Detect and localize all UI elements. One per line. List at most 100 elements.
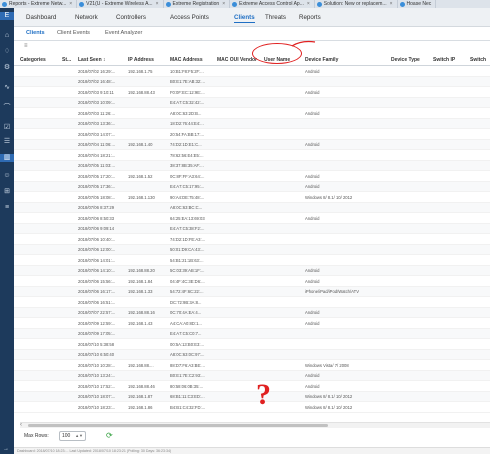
column-mac-oui-vendor[interactable]: MAC OUI Vendor [217,57,257,63]
table-row[interactable]: 2018/07/03 9:10:11 192.168.88.43 F0:0F:EC:… [14,87,490,98]
table-row[interactable]: 2018/07/10 17:52:... 192.168.88.46 80:58:0… [14,381,490,392]
table-row[interactable]: 2018/07/05 11:03:... 38:37:8B:35:AF:... [14,160,490,171]
close-tab-icon[interactable]: × [222,1,225,7]
scrollbar-thumb[interactable] [28,424,328,427]
column-device-type[interactable]: Device Type [391,57,420,63]
table-row[interactable]: 2018/07/03 11:26:... A8:0C:63:2D:B... Andr… [14,108,490,119]
cell-device-family: Android [305,278,320,284]
table-row[interactable]: 2018/07/06 8:50:33 64:25:EA:13:69:03 Andro… [14,213,490,224]
cell-device-family: Windows 8/ 8.1/ 10/ 2012 [305,394,353,399]
table-row[interactable]: 2018/07/10 18:23:... 192.168.1.86 B4:B1:C4… [14,402,490,413]
table-row[interactable]: 2018/07/03 13:36:... 18:D2:76:44:E4:... [14,118,490,129]
wireless-icon[interactable]: ⌒ [3,104,11,112]
cell-last-seen: 2018/07/06 16:51:... [78,299,116,305]
browser-tab[interactable]: Extreme Access Control Ap... × [230,0,315,8]
table-row[interactable]: 2018/07/07 22:57:... 192.168.88.16 0C:70:4… [14,307,490,318]
hierarchy-icon[interactable]: ⊞ [3,188,11,196]
table-row[interactable]: 2018/07/10 10:28:... 192.168.88.... 88:D7:… [14,360,490,371]
cell-mac-address: 68:B1:11:C3:ED:... [170,394,205,399]
cell-last-seen: 2018/07/06 14:01:... [78,257,116,263]
table-row[interactable]: 2018/07/10 18:07:... 192.168.1.87 68:B1:11… [14,391,490,402]
table-row[interactable]: 2018/07/06 10:40:... 74:D2:1D:FE:A3:... [14,234,490,245]
nav-network[interactable]: Network [75,12,98,23]
table-row[interactable]: 2018/07/06 9:09:14 E4:A7:C5:38:F2:... [14,223,490,234]
users-icon[interactable]: ☺ [3,172,11,180]
network-tree-icon[interactable]: ⌂ [3,32,11,40]
cell-last-seen: 2018/07/09 12:59:... [78,320,116,326]
reports-bar-chart-icon[interactable]: ▥ [0,154,14,162]
table-row[interactable]: 2018/07/04 11:06:... 192.168.1.40 74:D2:1D… [14,139,490,150]
cell-mac-address: E4:A7:C5:17:95:... [170,184,205,189]
column-switch[interactable]: Switch [470,57,486,63]
column-device-family[interactable]: Device Family [305,57,338,63]
column-last-seen[interactable]: Last Seen ↕ [78,57,106,63]
column-ip-address[interactable]: IP Address [128,57,154,63]
table-row[interactable]: 2018/07/06 12:00:... 50:01:D9:CA:43:... [14,244,490,255]
table-row[interactable]: 2018/07/06 16:17:... 192.168.1.33 54:72:4F… [14,286,490,297]
nav-dashboard[interactable]: Dashboard [26,12,56,23]
column-switch-ip[interactable]: Switch IP [433,57,455,63]
activity-chart-icon[interactable]: ∿ [3,84,11,92]
table-row[interactable]: 2018/07/06 8:37:29 A8:0C:63:BC:C... [14,202,490,213]
column-categories[interactable]: Categories [20,57,46,63]
column-mac-address[interactable]: MAC Address [170,57,203,63]
column-status[interactable]: St... [62,57,71,63]
table-row[interactable]: 2018/07/06 14:01:... 54:B1:21:1B:63:... [14,255,490,266]
table-row[interactable]: 2018/07/03 10:09:... E4:A7:C5:32:42:... [14,97,490,108]
browser-tab[interactable]: Extreme Registration × [164,0,231,8]
toggle-list-icon[interactable]: ≡ [3,204,11,212]
max-rows-select[interactable]: 100 ▲▼ [59,431,86,441]
cell-last-seen: 2018/07/03 13:36:... [78,121,116,126]
table-row[interactable]: 2018/07/09 12:59:... 192.168.1.43 A4:CA:A0… [14,318,490,329]
nav-access-points[interactable]: Access Points [170,12,209,23]
close-tab-icon[interactable]: × [307,1,310,7]
collapse-sidebar-icon[interactable]: → [3,446,9,452]
close-tab-icon[interactable]: × [156,1,159,7]
browser-tab[interactable]: Reports - Extreme Netw... × [0,0,78,8]
table-row[interactable]: 2018/07/06 16:51:... DC:72:9B:3A:8... [14,297,490,308]
table-row[interactable]: 2018/07/09 17:05:... E4:A7:C5:C0:7... [14,328,490,339]
tab-client-events[interactable]: Client Events [57,30,90,36]
list-icon[interactable]: ☰ [3,138,11,146]
cell-mac-address: A8:0C:63:2D:B... [170,110,202,116]
table-row[interactable]: 2018/07/10 6:50:40 A8:0C:63:0C:97:... [14,349,490,360]
table-row[interactable]: 2018/07/06 15:56:... 192.168.1.84 04:4F:4C… [14,276,490,287]
table-row[interactable]: 2018/07/06 14:10:... 192.168.88.20 5C:03:3… [14,265,490,276]
table-row[interactable]: 2018/07/03 14:07:... 20:54:FA:BB:17:... [14,129,490,140]
status-text: Dashboard: 2018/07/10 18:23:... Last Upd… [17,449,172,453]
alarm-bell-icon[interactable]: ♢ [3,48,11,56]
browser-tab[interactable]: Solution: New or replacem... × [315,0,398,8]
table-row[interactable]: 2018/07/02 16:48:... B0:E1:7E:AB:32:... [14,76,490,87]
cell-ip-address: 192.168.1.52 [128,173,153,179]
browser-tab[interactable]: V21(U - Extreme Wireless A... × [77,0,164,8]
table-row[interactable]: 2018/07/05 17:36:... E4:A7:C5:17:95:... An… [14,181,490,192]
settings-icon[interactable]: ⚙ [3,64,11,72]
nav-threats[interactable]: Threats [265,12,286,23]
cell-mac-address: A8:0C:63:BC:C... [170,205,203,210]
browser-tab[interactable]: Hoase Nec [398,0,437,8]
browser-tab-label: Extreme Access Control Ap... [239,1,304,7]
cell-mac-address: B0:E1:7E:AB:32:... [170,79,205,84]
nav-reports[interactable]: Reports [299,12,321,23]
table-row[interactable]: 2018/07/05 17:20:... 192.168.1.52 0C:8F:FF… [14,171,490,182]
nav-clients[interactable]: Clients [234,12,255,23]
close-tab-icon[interactable]: × [69,1,72,7]
cell-last-seen: 2018/07/10 13:24:... [78,373,116,378]
tab-event-analyzer[interactable]: Event Analyzer [105,30,142,36]
table-row[interactable]: 2018/07/10 5:38:58 00:5A:13:B0:E3:... [14,339,490,350]
cell-device-family: Android [305,215,320,221]
column-menu-icon[interactable]: ≡ [24,43,28,49]
close-tab-icon[interactable]: × [390,1,393,7]
cell-last-seen: 2018/07/07 22:57:... [78,310,116,315]
extreme-logo-icon[interactable]: E [0,12,14,20]
table-row[interactable]: 2018/07/05 18:08:... 192.168.1.130 90:A4:D… [14,192,490,203]
nav-controllers[interactable]: Controllers [116,12,146,23]
table-row[interactable]: 2018/07/04 18:21:... 78:62:56:E4:E5:... [14,150,490,161]
table-row[interactable]: 2018/07/10 13:24:... B0:E1:7E:C2:93:... An… [14,370,490,381]
table-row[interactable]: 2018/07/02 16:29:... 192.168.1.75 10:B1:F8… [14,66,490,77]
refresh-icon[interactable]: ⟳ [106,431,113,440]
checkbox-icon[interactable]: ☑ [3,124,11,132]
tab-clients[interactable]: Clients [26,30,45,36]
cell-ip-address: 192.168.88.20 [128,268,155,273]
cell-last-seen: 2018/07/05 17:20:... [78,173,116,179]
